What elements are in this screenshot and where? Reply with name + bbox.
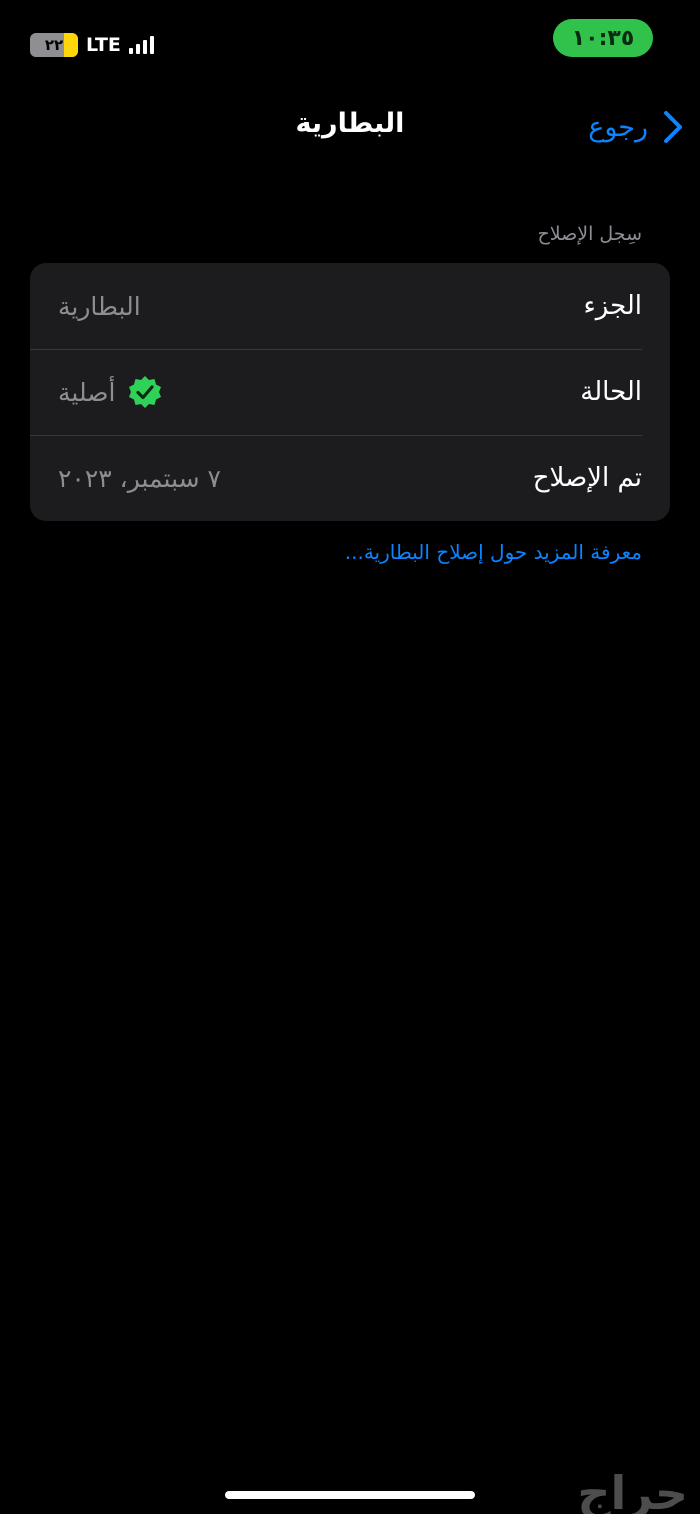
repaired-date-label: تم الإصلاح bbox=[532, 463, 642, 493]
section-header: سِجل الإصلاح bbox=[537, 223, 642, 245]
status-value-group: أصلية bbox=[58, 374, 163, 410]
network-type: LTE bbox=[86, 34, 121, 56]
repaired-date-value: ٧ سبتمبر، ٢٠٢٣ bbox=[58, 463, 221, 493]
home-indicator[interactable] bbox=[225, 1491, 475, 1499]
status-time[interactable]: ١٠:٣٥ bbox=[553, 19, 653, 57]
status-value: أصلية bbox=[58, 377, 116, 407]
back-label: رجوع bbox=[588, 111, 648, 143]
back-button[interactable]: رجوع bbox=[588, 104, 684, 150]
battery-icon: ٢٢ bbox=[30, 33, 78, 57]
part-label: الجزء bbox=[583, 291, 643, 321]
row-part: البطارية الجزء bbox=[30, 263, 670, 349]
battery-level: ٢٢ bbox=[44, 36, 64, 54]
row-repaired-date: ٧ سبتمبر، ٢٠٢٣ تم الإصلاح bbox=[30, 435, 670, 521]
status-bar-left: ٢٢ LTE bbox=[30, 30, 154, 60]
screen: ٢٢ LTE ١٠:٣٥ البطارية رجوع سِجل الإصلاح … bbox=[0, 0, 700, 1514]
row-status: أصلية الحالة bbox=[30, 349, 670, 435]
verified-badge-icon bbox=[129, 376, 162, 408]
part-value: البطارية bbox=[58, 291, 141, 321]
status-label: الحالة bbox=[580, 377, 642, 407]
watermark-logo: حراج bbox=[577, 1466, 688, 1514]
learn-more-link[interactable]: معرفة المزيد حول إصلاح البطارية... bbox=[345, 540, 642, 564]
repair-history-card: البطارية الجزء أصلية الحالة ٧ سبتمبر، ٢٠… bbox=[30, 263, 670, 521]
chevron-back-icon bbox=[664, 111, 682, 143]
signal-icon bbox=[128, 36, 154, 54]
